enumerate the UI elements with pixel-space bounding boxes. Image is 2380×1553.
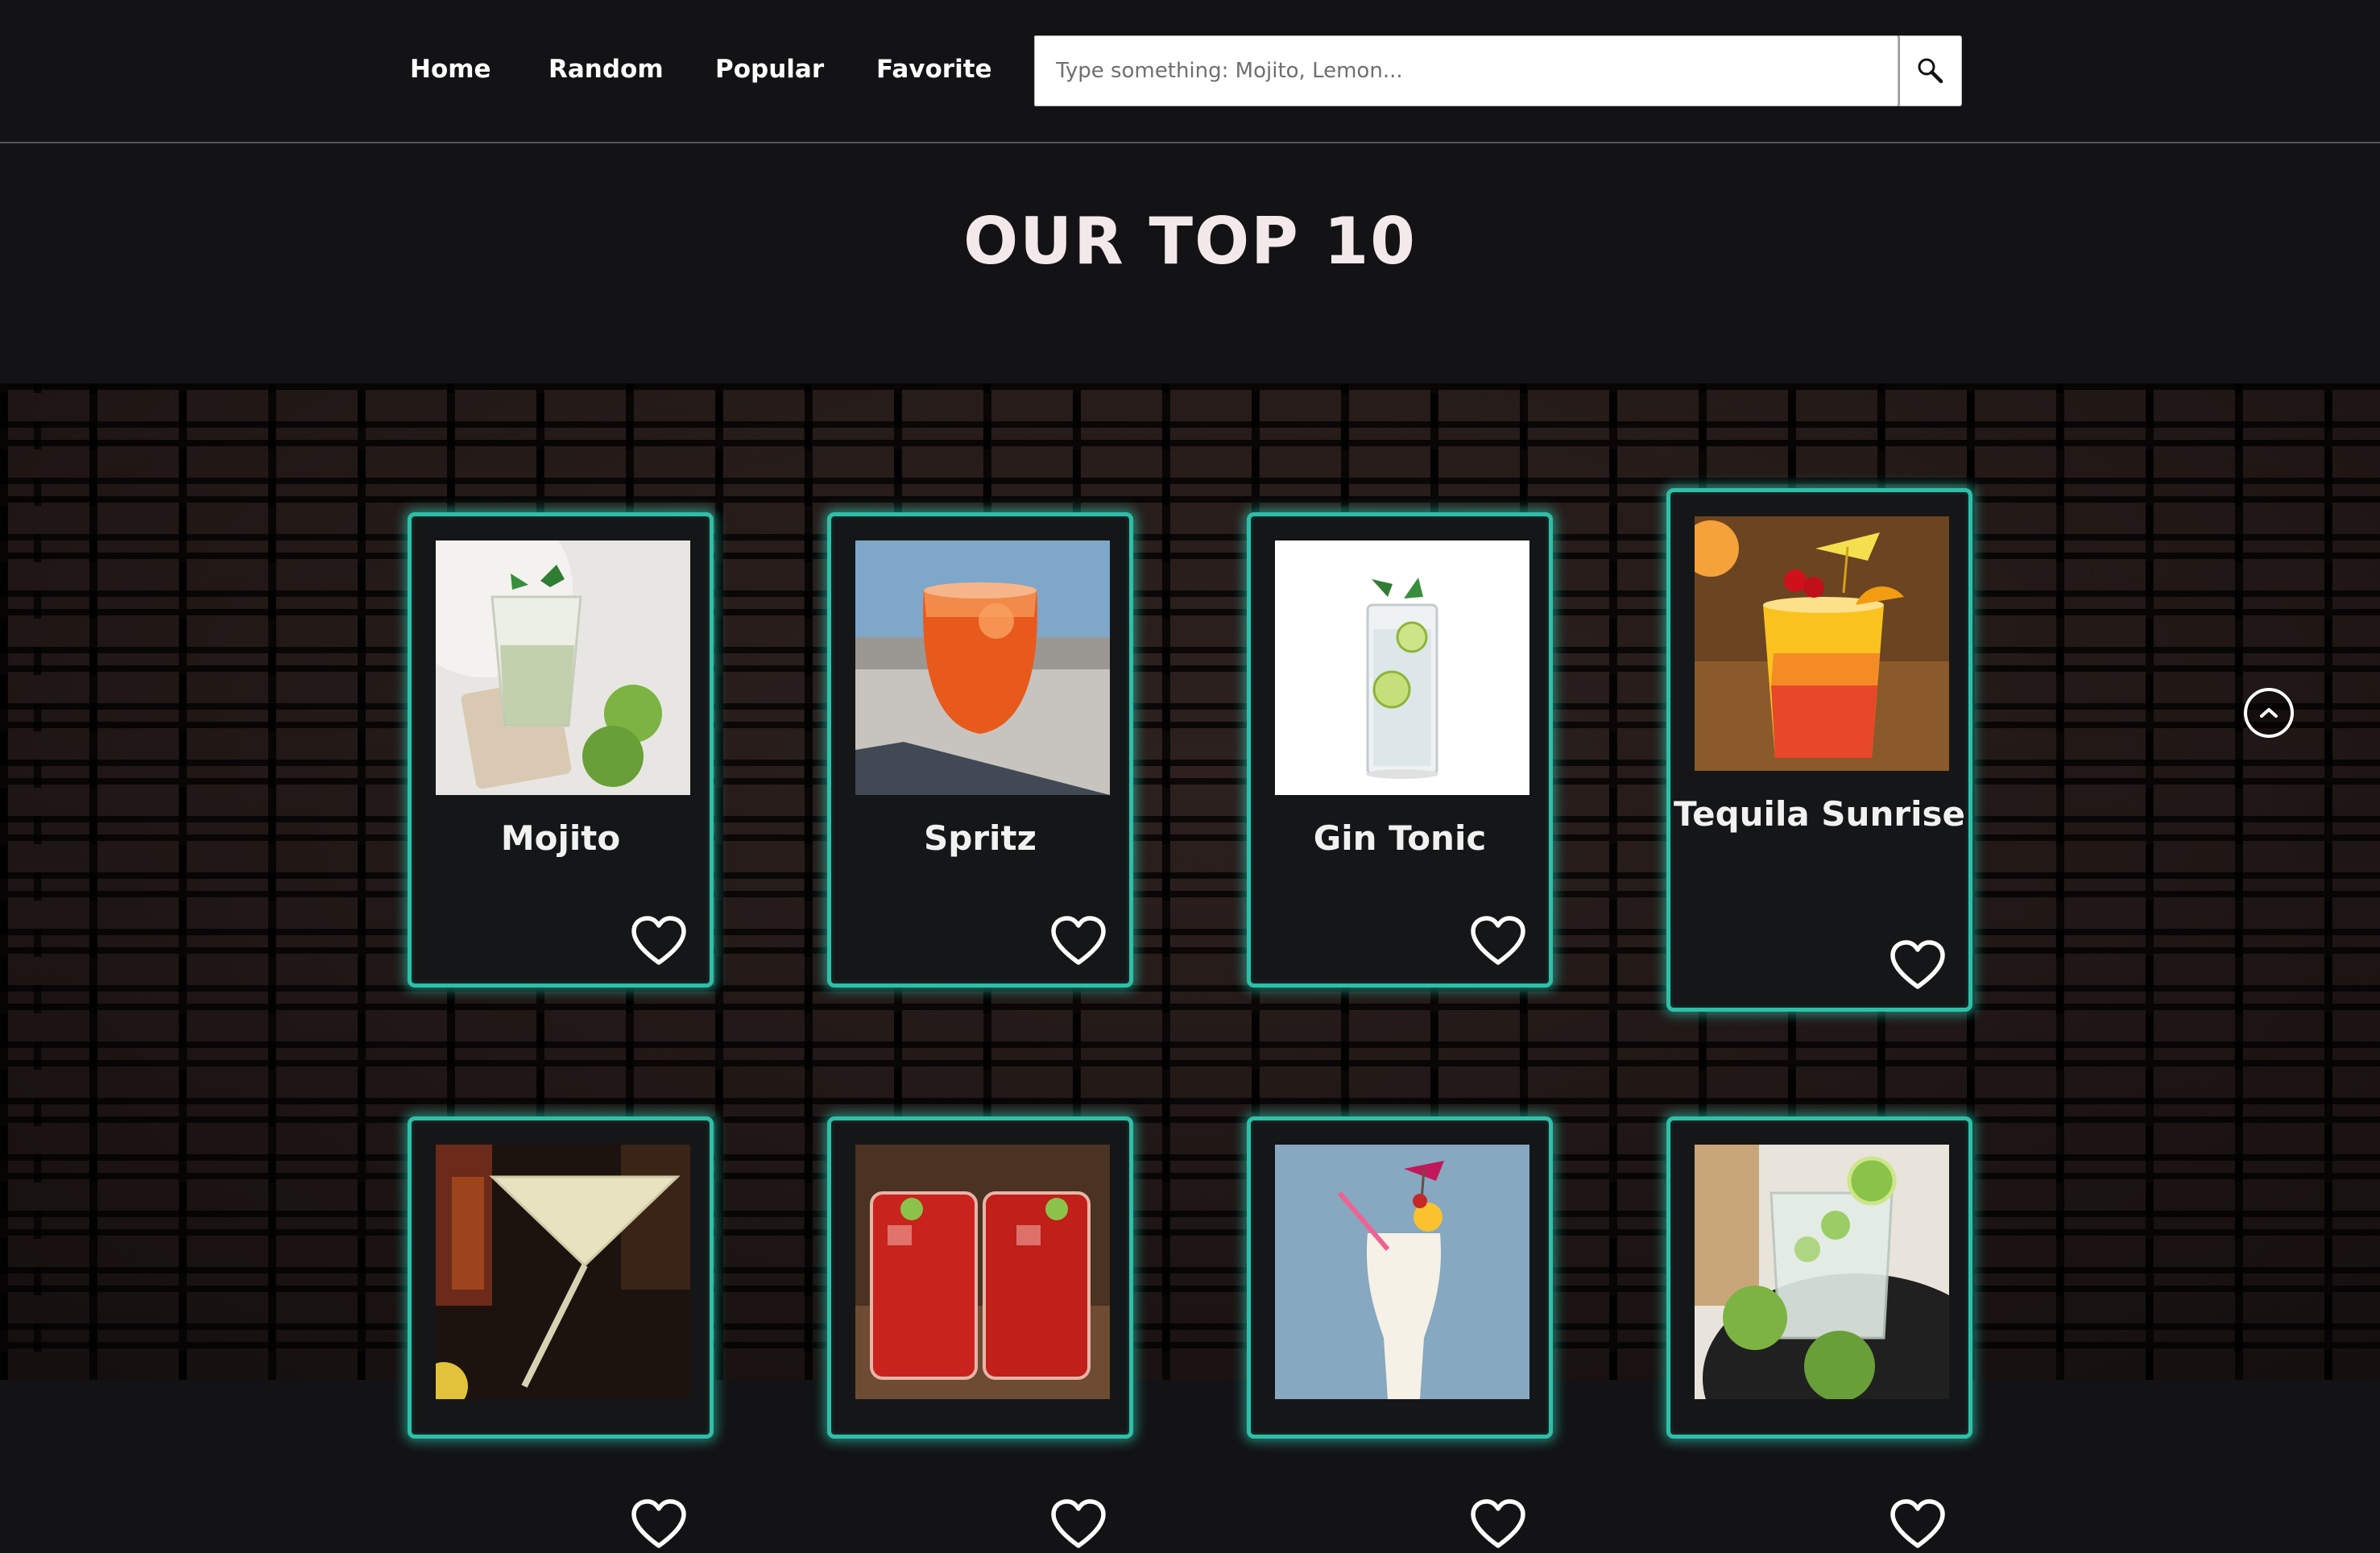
cocktail-card-lime-highball[interactable]	[1666, 1116, 1972, 1548]
cocktail-card-mojito[interactable]: Mojito	[408, 512, 714, 988]
cocktail-card-gin-tonic[interactable]: Gin Tonic	[1247, 512, 1553, 988]
favorite-button[interactable]	[631, 1499, 687, 1551]
tequila-sunrise-photo	[1695, 516, 1949, 771]
cocktail-card-pina-colada[interactable]	[1247, 1116, 1553, 1548]
chevron-up-icon	[2260, 708, 2278, 718]
scroll-to-top-button[interactable]	[2244, 688, 2294, 738]
favorite-button[interactable]	[1470, 1499, 1526, 1551]
cocktail-card-martini[interactable]	[408, 1116, 714, 1548]
gin-tonic-photo	[1275, 540, 1529, 795]
martini-photo	[436, 1145, 690, 1399]
heart-outline-icon	[1051, 916, 1106, 965]
nav-random[interactable]: Random	[548, 50, 664, 89]
mojito-photo	[436, 540, 690, 795]
wall-shading	[0, 383, 2380, 1380]
nav-favorite[interactable]: Favorite	[876, 50, 992, 89]
favorite-button[interactable]	[1470, 916, 1526, 967]
pina-colada-photo	[1275, 1145, 1529, 1399]
spritz-photo	[855, 540, 1110, 795]
cocktail-card-tequila-sunrise[interactable]: Tequila Sunrise	[1666, 488, 1972, 1012]
heart-outline-icon	[631, 916, 686, 965]
heart-outline-icon	[1471, 1499, 1525, 1548]
nav-popular[interactable]: Popular	[715, 50, 824, 89]
heart-outline-icon	[1051, 1499, 1106, 1548]
top-navigation-bar: Home Random Popular Favorite	[0, 0, 2380, 143]
search-button[interactable]	[1898, 35, 1962, 106]
favorite-button[interactable]	[1890, 1499, 1946, 1551]
brick-wall-background	[0, 383, 2380, 1380]
cocktail-name: Gin Tonic	[1313, 818, 1487, 858]
nav-home[interactable]: Home	[410, 50, 491, 89]
cocktail-card-bloody-mary[interactable]	[827, 1116, 1133, 1548]
bloody-mary-photo	[855, 1145, 1110, 1399]
page-title: OUR TOP 10	[963, 204, 1417, 279]
cocktail-name: Mojito	[500, 818, 621, 858]
lime-highball-photo	[1695, 1145, 1949, 1399]
favorite-button[interactable]	[1050, 1499, 1107, 1551]
favorite-button[interactable]	[1050, 916, 1107, 967]
favorite-button[interactable]	[1890, 940, 1946, 992]
heart-outline-icon	[1890, 1499, 1945, 1548]
favorite-button[interactable]	[631, 916, 687, 967]
search-icon	[1918, 58, 1943, 84]
cocktail-name: Spritz	[924, 818, 1037, 858]
heart-outline-icon	[631, 1499, 686, 1548]
cocktail-name: Tequila Sunrise	[1674, 794, 1965, 834]
cocktail-card-spritz[interactable]: Spritz	[827, 512, 1133, 988]
search-input[interactable]	[1034, 35, 1898, 106]
heart-outline-icon	[1890, 940, 1945, 989]
heart-outline-icon	[1471, 916, 1525, 965]
